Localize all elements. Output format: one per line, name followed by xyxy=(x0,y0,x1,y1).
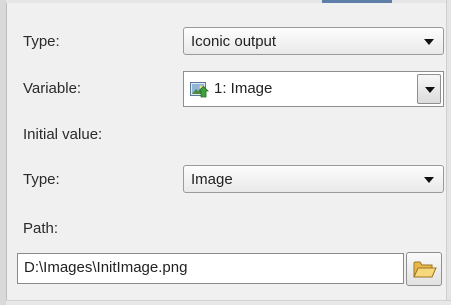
initial-type-combobox[interactable]: Image xyxy=(183,165,444,193)
variable-dropdown-button[interactable] xyxy=(417,74,441,104)
image-variable-icon xyxy=(190,82,209,98)
window-frame-right xyxy=(446,0,451,305)
window-frame-left xyxy=(0,0,7,305)
type-label: Type: xyxy=(23,33,60,50)
variable-combobox[interactable]: 1: Image xyxy=(183,71,444,107)
initial-value-label: Initial value: xyxy=(23,126,103,143)
path-field[interactable] xyxy=(17,253,404,284)
variable-label: Variable: xyxy=(23,80,82,97)
type-combobox[interactable]: Iconic output xyxy=(183,27,444,55)
initial-type-combobox-value: Image xyxy=(191,171,233,188)
chevron-down-icon[interactable] xyxy=(424,39,434,45)
path-input[interactable] xyxy=(24,259,394,276)
window-frame-top xyxy=(6,0,451,3)
browse-button[interactable] xyxy=(406,252,442,286)
type-combobox-value: Iconic output xyxy=(191,33,277,50)
path-label: Path: xyxy=(23,220,59,237)
initial-type-label: Type: xyxy=(23,171,60,188)
title-accent xyxy=(322,0,392,3)
chevron-down-icon[interactable] xyxy=(424,177,434,183)
chevron-down-icon xyxy=(425,87,435,93)
variable-value: 1: Image xyxy=(214,80,273,97)
window-frame-bottom xyxy=(6,300,451,305)
open-folder-icon xyxy=(413,261,437,278)
